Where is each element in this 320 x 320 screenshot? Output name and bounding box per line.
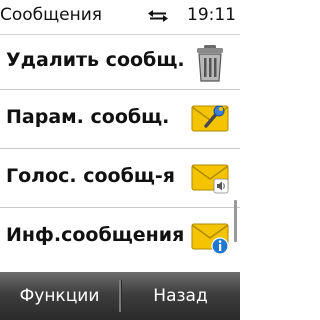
envelope-wrench-icon (191, 105, 229, 132)
menu-item-delete-messages[interactable]: Удалить сообщ. (0, 35, 240, 90)
softkey-bar: Функции Назад (0, 272, 240, 320)
back-softkey[interactable]: Назад (121, 272, 240, 320)
scrollbar-thumb[interactable] (234, 200, 237, 242)
menu-item-info-messages[interactable]: Инф.сообщения (0, 208, 240, 266)
options-softkey[interactable]: Функции (0, 272, 119, 320)
usb-transfer-arrows-icon (148, 10, 168, 22)
envelope-info-icon (191, 223, 229, 255)
envelope-speaker-icon (191, 164, 229, 194)
clock-time: 19:11 (187, 5, 236, 25)
menu-item-message-settings[interactable]: Парам. сообщ. (0, 90, 240, 149)
message-menu-list: Удалить сообщ. Парам. сообщ. Голос. сооб… (0, 35, 240, 271)
trash-can-icon (197, 45, 223, 82)
menu-item-label: Парам. сообщ. (6, 106, 170, 128)
app-title: Сообщения (0, 5, 103, 25)
menu-item-voice-messages[interactable]: Голос. сообщ-я (0, 149, 240, 208)
menu-item-label: Удалить сообщ. (6, 49, 185, 71)
menu-item-label: Инф.сообщения (6, 224, 185, 246)
status-bar: Сообщения 19:11 (0, 0, 240, 35)
menu-item-label: Голос. сообщ-я (6, 165, 175, 187)
